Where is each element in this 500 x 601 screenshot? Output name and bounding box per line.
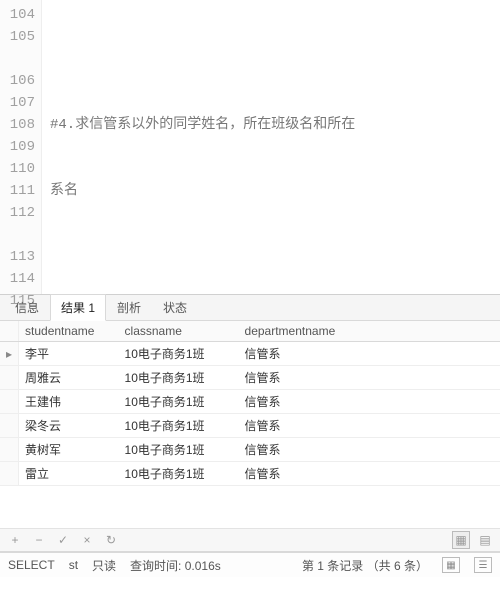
results-panel: studentname classname departmentname ▸李平… bbox=[0, 321, 500, 553]
tab-profile[interactable]: 剖析 bbox=[106, 294, 152, 320]
cell-classname[interactable]: 10电子商务1班 bbox=[119, 414, 239, 438]
apply-button[interactable]: ✓ bbox=[54, 531, 72, 549]
tab-info[interactable]: 信息 bbox=[4, 294, 50, 320]
detail-mode-icon[interactable]: ☰ bbox=[474, 557, 492, 573]
line-number: 106 bbox=[0, 70, 35, 92]
grid-mode-icon[interactable]: ▦ bbox=[442, 557, 460, 573]
results-tabs: 信息 结果 1 剖析 状态 bbox=[0, 295, 500, 321]
add-row-button[interactable]: + bbox=[6, 531, 24, 549]
status-st: st bbox=[69, 558, 78, 572]
cell-studentname[interactable]: 李平 bbox=[19, 342, 119, 366]
results-toolbar: + − ✓ × ↻ ▦ ▤ bbox=[0, 528, 500, 552]
tab-status[interactable]: 状态 bbox=[152, 294, 198, 320]
table-row[interactable]: 雷立10电子商务1班信管系 bbox=[0, 462, 500, 486]
cell-departmentname[interactable]: 信管系 bbox=[239, 414, 500, 438]
cancel-button[interactable]: × bbox=[78, 531, 96, 549]
cell-departmentname[interactable]: 信管系 bbox=[239, 462, 500, 486]
form-view-icon[interactable]: ▤ bbox=[476, 531, 494, 549]
table-row[interactable]: ▸李平10电子商务1班信管系 bbox=[0, 342, 500, 366]
column-header-classname[interactable]: classname bbox=[119, 321, 239, 342]
line-number: 113 bbox=[0, 246, 35, 268]
status-readonly: 只读 bbox=[92, 557, 116, 574]
line-number: 111 bbox=[0, 180, 35, 202]
table-row[interactable]: 梁冬云10电子商务1班信管系 bbox=[0, 414, 500, 438]
cell-classname[interactable]: 10电子商务1班 bbox=[119, 438, 239, 462]
refresh-button[interactable]: ↻ bbox=[102, 531, 120, 549]
row-pointer-header bbox=[0, 321, 19, 342]
row-pointer bbox=[0, 438, 19, 462]
tab-result-1[interactable]: 结果 1 bbox=[50, 294, 106, 321]
line-number: 110 bbox=[0, 158, 35, 180]
cell-classname[interactable]: 10电子商务1班 bbox=[119, 462, 239, 486]
grid-view-icon[interactable]: ▦ bbox=[452, 531, 470, 549]
table-row[interactable]: 王建伟10电子商务1班信管系 bbox=[0, 390, 500, 414]
status-bar: SELECT st 只读 查询时间: 0.016s 第 1 条记录 （共 6 条… bbox=[0, 553, 500, 577]
cell-departmentname[interactable]: 信管系 bbox=[239, 366, 500, 390]
line-number bbox=[0, 48, 35, 70]
cell-classname[interactable]: 10电子商务1班 bbox=[119, 390, 239, 414]
cell-classname[interactable]: 10电子商务1班 bbox=[119, 342, 239, 366]
line-number: 114 bbox=[0, 268, 35, 290]
line-number: 107 bbox=[0, 92, 35, 114]
row-pointer: ▸ bbox=[0, 342, 19, 366]
cell-classname[interactable]: 10电子商务1班 bbox=[119, 366, 239, 390]
row-pointer bbox=[0, 462, 19, 486]
code-content[interactable]: #4.求信管系以外的同学姓名，所在班级名和所在 系名 SELECT studen… bbox=[42, 0, 500, 294]
line-number: 104 bbox=[0, 4, 35, 26]
line-number: 105 bbox=[0, 26, 35, 48]
line-number: 109 bbox=[0, 136, 35, 158]
status-statement: SELECT bbox=[8, 558, 55, 572]
cell-studentname[interactable]: 梁冬云 bbox=[19, 414, 119, 438]
code-editor[interactable]: 104105 106107108109110111112 113114115 #… bbox=[0, 0, 500, 295]
cell-departmentname[interactable]: 信管系 bbox=[239, 342, 500, 366]
table-header-row: studentname classname departmentname bbox=[0, 321, 500, 342]
row-pointer bbox=[0, 390, 19, 414]
delete-row-button[interactable]: − bbox=[30, 531, 48, 549]
table-row[interactable]: 黄树军10电子商务1班信管系 bbox=[0, 438, 500, 462]
cell-studentname[interactable]: 雷立 bbox=[19, 462, 119, 486]
row-pointer bbox=[0, 414, 19, 438]
line-number-gutter: 104105 106107108109110111112 113114115 bbox=[0, 0, 42, 294]
cell-studentname[interactable]: 王建伟 bbox=[19, 390, 119, 414]
cell-departmentname[interactable]: 信管系 bbox=[239, 438, 500, 462]
status-query-time: 查询时间: 0.016s bbox=[130, 557, 221, 574]
column-header-studentname[interactable]: studentname bbox=[19, 321, 119, 342]
comment-line: #4.求信管系以外的同学姓名，所在班级名和所在 bbox=[50, 114, 496, 136]
comment-line-wrap: 系名 bbox=[50, 180, 496, 202]
line-number: 108 bbox=[0, 114, 35, 136]
cell-studentname[interactable]: 周雅云 bbox=[19, 366, 119, 390]
line-number bbox=[0, 224, 35, 246]
status-record-info: 第 1 条记录 （共 6 条） bbox=[302, 557, 428, 574]
column-header-departmentname[interactable]: departmentname bbox=[239, 321, 500, 342]
cell-studentname[interactable]: 黄树军 bbox=[19, 438, 119, 462]
line-number: 112 bbox=[0, 202, 35, 224]
table-row[interactable]: 周雅云10电子商务1班信管系 bbox=[0, 366, 500, 390]
results-grid[interactable]: studentname classname departmentname ▸李平… bbox=[0, 321, 500, 528]
row-pointer bbox=[0, 366, 19, 390]
cell-departmentname[interactable]: 信管系 bbox=[239, 390, 500, 414]
